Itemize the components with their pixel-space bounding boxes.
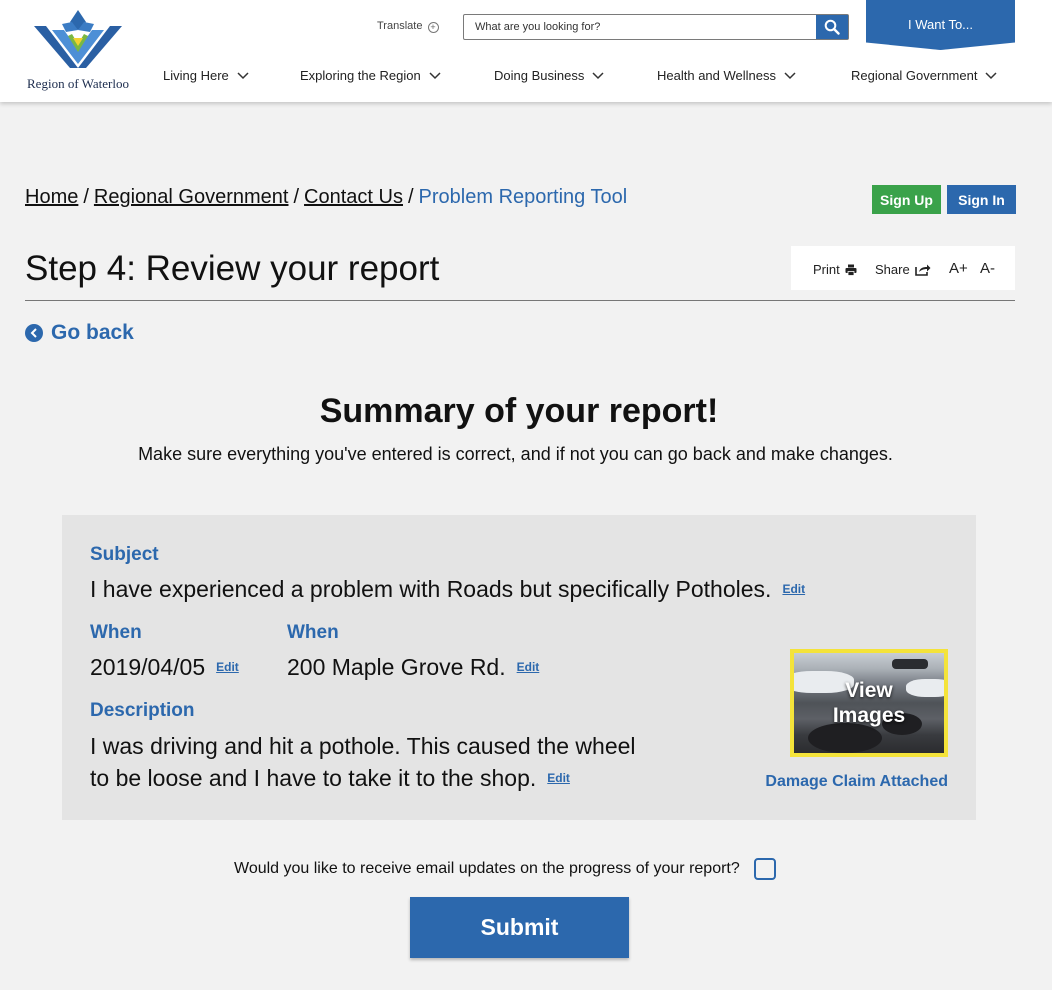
breadcrumb-separator: / (293, 186, 300, 208)
search-input[interactable] (464, 15, 817, 39)
breadcrumb-separator: / (407, 186, 414, 208)
search-box (463, 14, 849, 40)
nav-label: Living Here (163, 68, 229, 83)
breadcrumb-home[interactable]: Home (25, 186, 78, 208)
submit-button[interactable]: Submit (410, 897, 629, 958)
date-value: 2019/04/05 Edit (90, 651, 239, 683)
breadcrumb-contact-us[interactable]: Contact Us (304, 186, 403, 208)
search-icon (824, 19, 840, 35)
nav-regional-government[interactable]: Regional Government (851, 68, 997, 83)
logo-text: Region of Waterloo (27, 76, 129, 91)
location-value: 200 Maple Grove Rd. Edit (287, 651, 539, 683)
print-label: Print (813, 262, 840, 277)
chevron-down-icon (592, 71, 604, 79)
edit-date-link[interactable]: Edit (216, 660, 239, 674)
description-label: Description (90, 700, 195, 721)
view-images-label: View Images (794, 653, 944, 753)
translate-link[interactable]: Translate + (377, 20, 439, 33)
email-updates-label: Would you like to receive email updates … (234, 860, 740, 877)
description-text: to be loose and I have to take it to the… (90, 765, 537, 791)
subject-text: I have experienced a problem with Roads … (90, 576, 772, 602)
breadcrumb-regional-government[interactable]: Regional Government (94, 186, 289, 208)
view-images-thumbnail[interactable]: View Images (790, 649, 948, 757)
date-text: 2019/04/05 (90, 654, 206, 680)
location-text: 200 Maple Grove Rd. (287, 654, 506, 680)
chevron-left-circle-icon (25, 324, 43, 342)
chevron-down-icon (985, 71, 997, 79)
sign-in-button[interactable]: Sign In (947, 185, 1016, 214)
chevron-down-icon (784, 71, 796, 79)
chevron-down-icon (237, 71, 249, 79)
plus-circle-icon: + (427, 22, 439, 33)
page-title: Step 4: Review your report (25, 249, 440, 288)
description-value: I was driving and hit a pothole. This ca… (90, 730, 636, 794)
region-logo[interactable]: Region of Waterloo (22, 8, 134, 94)
breadcrumb-separator: / (83, 186, 89, 208)
sign-up-button[interactable]: Sign Up (872, 185, 941, 214)
share-icon (914, 264, 931, 276)
edit-subject-link[interactable]: Edit (782, 582, 805, 596)
email-updates-checkbox[interactable] (753, 858, 776, 880)
location-label: When (287, 622, 339, 643)
go-back-label: Go back (51, 321, 134, 344)
edit-location-link[interactable]: Edit (517, 660, 540, 674)
share-label: Share (875, 262, 910, 277)
nav-label: Doing Business (494, 68, 585, 83)
email-updates-row: Would you like to receive email updates … (234, 858, 776, 880)
share-button[interactable]: Share (875, 262, 931, 277)
nav-health-and-wellness[interactable]: Health and Wellness (657, 68, 796, 83)
summary-subtitle: Make sure everything you've entered is c… (138, 444, 893, 464)
font-decrease-button[interactable]: A- (980, 260, 995, 277)
nav-label: Exploring the Region (300, 68, 421, 83)
nav-living-here[interactable]: Living Here (163, 68, 249, 83)
nav-label: Health and Wellness (657, 68, 776, 83)
subject-value: I have experienced a problem with Roads … (90, 573, 805, 605)
nav-exploring-the-region[interactable]: Exploring the Region (300, 68, 441, 83)
nav-doing-business[interactable]: Doing Business (494, 68, 604, 83)
page-tools: Print Share A+ A- (791, 246, 1015, 290)
translate-label: Translate (377, 20, 423, 32)
site-header: Region of Waterloo Translate + I Want To… (0, 0, 1052, 102)
report-summary-card: Subject I have experienced a problem wit… (62, 515, 976, 820)
printer-icon (845, 264, 857, 276)
region-logo-icon (34, 10, 122, 68)
i-want-to-button[interactable]: I Want To... (866, 0, 1015, 50)
print-button[interactable]: Print (813, 262, 857, 277)
chevron-down-icon (429, 71, 441, 79)
breadcrumb: Home / Regional Government / Contact Us / Prob… (25, 186, 627, 209)
view-images-line-2: Images (832, 704, 906, 727)
go-back-link[interactable]: Go back (25, 321, 134, 345)
search-button[interactable] (816, 15, 848, 39)
summary-title: Summary of your report! (319, 392, 719, 430)
breadcrumb-current: Problem Reporting Tool (418, 186, 628, 208)
subject-label: Subject (90, 544, 159, 565)
date-label: When (90, 622, 142, 643)
nav-label: Regional Government (851, 68, 978, 83)
description-line: I was driving and hit a pothole. This ca… (90, 733, 636, 759)
description-line-2: to be loose and I have to take it to the… (90, 762, 636, 794)
edit-description-link[interactable]: Edit (547, 771, 570, 785)
damage-claim-attached-label: Damage Claim Attached (765, 773, 948, 790)
view-images-line: View (845, 679, 893, 702)
title-divider (25, 300, 1015, 301)
font-increase-button[interactable]: A+ (949, 260, 968, 277)
